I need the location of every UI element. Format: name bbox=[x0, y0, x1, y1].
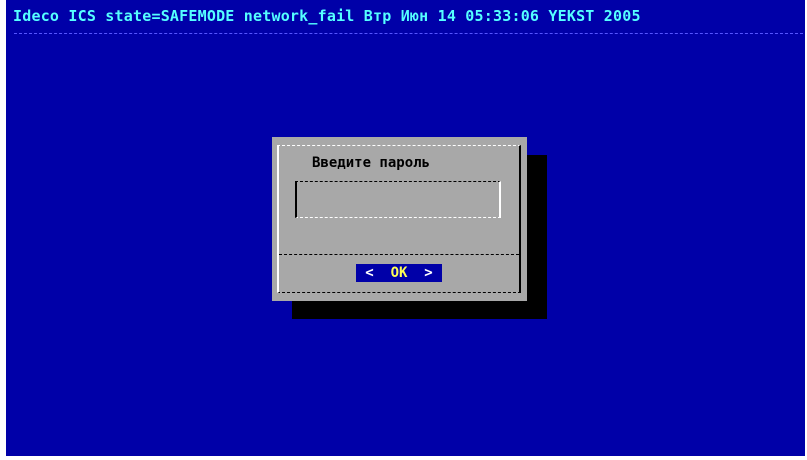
status-divider bbox=[14, 33, 803, 34]
ok-button-label: OK bbox=[390, 265, 408, 281]
dialog-title: Введите пароль bbox=[312, 155, 431, 171]
status-bar: Ideco ICS state=SAFEMODE network_fail Вт… bbox=[13, 7, 641, 25]
right-bracket: > bbox=[424, 265, 433, 281]
console-screen: Ideco ICS state=SAFEMODE network_fail Вт… bbox=[6, 0, 805, 456]
password-input[interactable] bbox=[295, 181, 501, 218]
password-dialog: Введите пароль < OK > bbox=[272, 137, 527, 301]
dialog-divider bbox=[279, 254, 519, 255]
ok-button[interactable]: < OK > bbox=[356, 264, 442, 282]
left-bracket: < bbox=[365, 265, 374, 281]
